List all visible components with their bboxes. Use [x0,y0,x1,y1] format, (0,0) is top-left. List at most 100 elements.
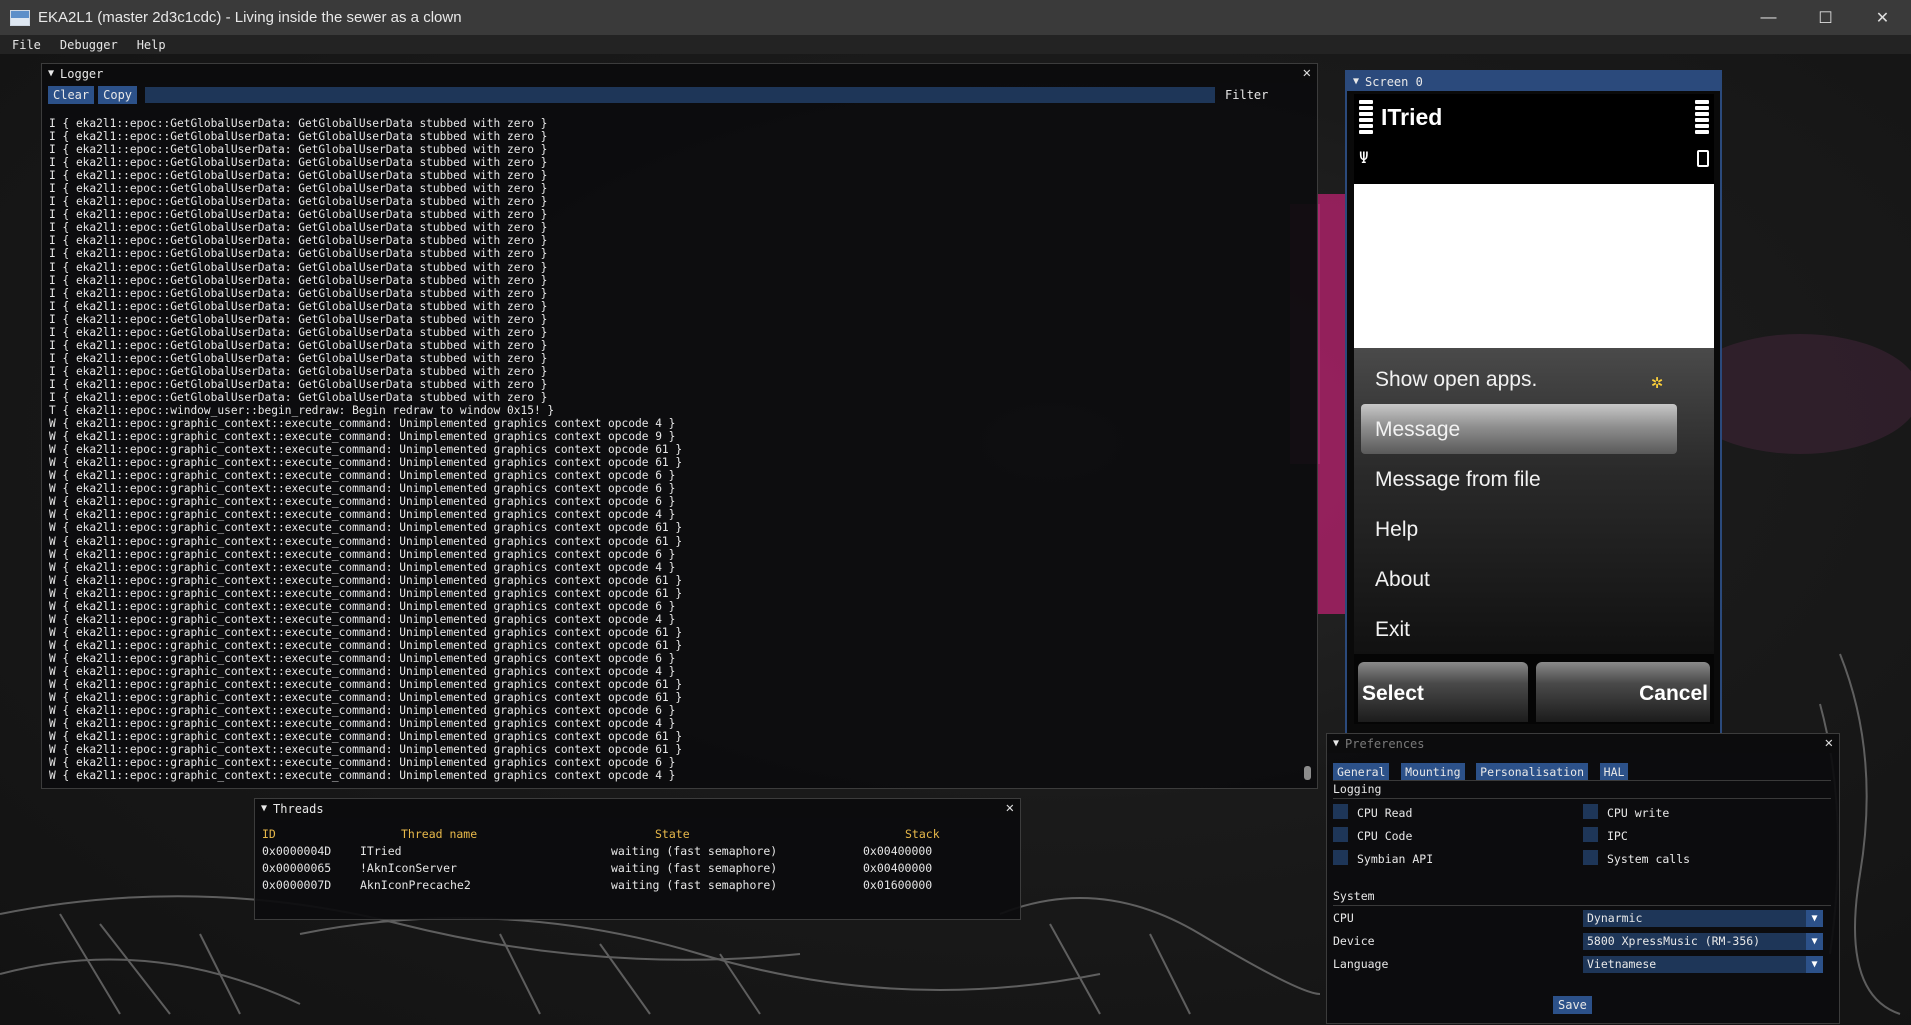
close-button[interactable]: ✕ [1854,0,1911,35]
thread-id: 0x00000065 [262,861,332,875]
screen-titlebar[interactable]: ▼ Screen 0 [1347,72,1720,91]
softkey-bar: Select Cancel [1354,654,1714,724]
close-icon[interactable]: ✕ [1825,735,1833,751]
tab-general[interactable]: General [1333,763,1390,781]
log-line: I { eka2l1::epoc::GetGlobalUserData: Get… [49,195,548,209]
system-calls-checkbox[interactable] [1583,850,1598,865]
column-header-thread-name: Thread name [401,827,478,841]
log-line: W { eka2l1::epoc::graphic_context::execu… [49,508,676,522]
cpu-select-value: Dynarmic [1587,911,1643,925]
log-line: W { eka2l1::epoc::graphic_context::execu… [49,430,676,444]
log-line: W { eka2l1::epoc::graphic_context::execu… [49,521,683,535]
preferences-tabbar: General Mounting Personalisation HAL [1333,761,1630,781]
filter-input[interactable] [145,87,1216,103]
logger-toolbar: Clear Copy Filter [42,83,1317,107]
logger-titlebar[interactable]: ▼ Logger ✕ [42,64,1317,83]
log-line: W { eka2l1::epoc::graphic_context::execu… [49,612,676,626]
window-titlebar: EKA2L1 (master 2d3c1cdc) - Living inside… [0,0,1911,35]
thread-id: 0x0000004D [262,844,332,858]
log-line: W { eka2l1::epoc::graphic_context::execu… [49,704,676,718]
collapse-triangle-icon[interactable]: ▼ [1333,738,1339,749]
thread-id: 0x0000007D [262,878,332,892]
log-line: W { eka2l1::epoc::graphic_context::execu… [49,560,676,574]
cpu-code-checkbox[interactable] [1333,827,1348,842]
menu-bar: File Debugger Help [0,35,1911,54]
log-line: I { eka2l1::epoc::GetGlobalUserData: Get… [49,117,548,130]
thread-state: waiting (fast semaphore) [611,878,778,892]
menu-help[interactable]: Help [125,38,173,52]
log-line: W { eka2l1::epoc::graphic_context::execu… [49,534,683,548]
column-header-id: ID [262,827,276,841]
language-select[interactable]: Vietnamese ▼ [1583,956,1823,973]
system-section-label: System [1333,889,1375,903]
screen-title: Screen 0 [1365,74,1423,89]
menu-debugger[interactable]: Debugger [48,38,125,52]
tab-hal[interactable]: HAL [1599,763,1629,781]
copy-button[interactable]: Copy [98,86,138,104]
device-select[interactable]: 5800 XpressMusic (RM-356) ▼ [1583,933,1823,950]
menu-item-exit[interactable]: Exit [1375,618,1410,642]
threads-window: ▼ Threads ✕ ID Thread name State Stack 0… [254,798,1021,920]
menu-item-help[interactable]: Help [1375,518,1418,542]
log-scrollbar[interactable] [1304,766,1311,780]
log-line: I { eka2l1::epoc::GetGlobalUserData: Get… [49,338,548,352]
dropdown-arrow-icon[interactable]: ▼ [1806,933,1823,950]
dropdown-arrow-icon[interactable]: ▼ [1806,956,1823,973]
preferences-titlebar[interactable]: ▼ Preferences ✕ [1327,734,1839,753]
tab-personalisation[interactable]: Personalisation [1476,763,1588,781]
cpu-write-label: CPU write [1607,806,1670,820]
clear-button[interactable]: Clear [48,86,95,104]
log-line: W { eka2l1::epoc::graphic_context::execu… [49,586,683,600]
symbian-api-checkbox[interactable] [1333,850,1348,865]
signal-strength-icon [1359,100,1373,136]
left-softkey-label: Select [1362,682,1424,705]
phone-app-title: ITried [1381,104,1443,130]
menu-file[interactable]: File [0,38,48,52]
menu-item-about[interactable]: About [1375,568,1430,592]
section-divider [1333,798,1831,799]
minimize-button[interactable]: — [1740,0,1797,35]
emulated-phone-screen[interactable]: ITried Ψ Show open apps. ✲ Message Messa… [1354,94,1714,724]
column-header-state: State [655,827,690,841]
ipc-checkbox[interactable] [1583,827,1598,842]
log-line: W { eka2l1::epoc::graphic_context::execu… [49,651,676,665]
menu-item-show-open-apps[interactable]: Show open apps. [1375,368,1537,392]
menu-item-message[interactable]: Message [1375,418,1460,442]
close-icon[interactable]: ✕ [1303,65,1311,81]
cpu-read-checkbox[interactable] [1333,804,1348,819]
save-button[interactable]: Save [1553,996,1592,1014]
battery-icon [1697,150,1709,167]
column-header-stack: Stack [905,827,940,841]
menu-item-message-from-file[interactable]: Message from file [1375,468,1541,492]
close-icon[interactable]: ✕ [1006,800,1014,816]
log-line: I { eka2l1::epoc::GetGlobalUserData: Get… [49,390,548,404]
log-line: I { eka2l1::epoc::GetGlobalUserData: Get… [49,364,548,378]
battery-level-icon [1695,100,1709,136]
system-calls-label: System calls [1607,852,1691,866]
thread-stack: 0x00400000 [863,861,933,875]
log-line: I { eka2l1::epoc::GetGlobalUserData: Get… [49,156,548,170]
log-line: W { eka2l1::epoc::graphic_context::execu… [49,482,676,496]
collapse-triangle-icon[interactable]: ▼ [261,803,267,814]
threads-titlebar[interactable]: ▼ Threads ✕ [255,799,1020,818]
log-line: W { eka2l1::epoc::graphic_context::execu… [49,625,683,639]
log-line: W { eka2l1::epoc::graphic_context::execu… [49,469,676,483]
tab-mounting[interactable]: Mounting [1401,763,1465,781]
collapse-triangle-icon[interactable]: ▼ [48,68,54,79]
antenna-icon: Ψ [1359,148,1369,167]
dropdown-arrow-icon[interactable]: ▼ [1806,910,1823,927]
right-softkey[interactable]: Cancel [1536,662,1710,722]
maximize-button[interactable]: ☐ [1797,0,1854,35]
collapse-triangle-icon[interactable]: ▼ [1353,76,1359,87]
cpu-write-checkbox[interactable] [1583,804,1598,819]
cpu-select[interactable]: Dynarmic ▼ [1583,910,1823,927]
thread-state: waiting (fast semaphore) [611,861,778,875]
left-softkey[interactable]: Select [1358,662,1528,722]
filter-label: Filter [1225,88,1269,102]
phone-status-pane: ITried Ψ [1354,94,1714,184]
log-line: W { eka2l1::epoc::graphic_context::execu… [49,678,683,692]
log-line: W { eka2l1::epoc::graphic_context::execu… [49,730,683,744]
log-line: I { eka2l1::epoc::GetGlobalUserData: Get… [49,273,548,287]
logger-title: Logger [60,66,104,81]
log-line: I { eka2l1::epoc::GetGlobalUserData: Get… [49,286,548,300]
